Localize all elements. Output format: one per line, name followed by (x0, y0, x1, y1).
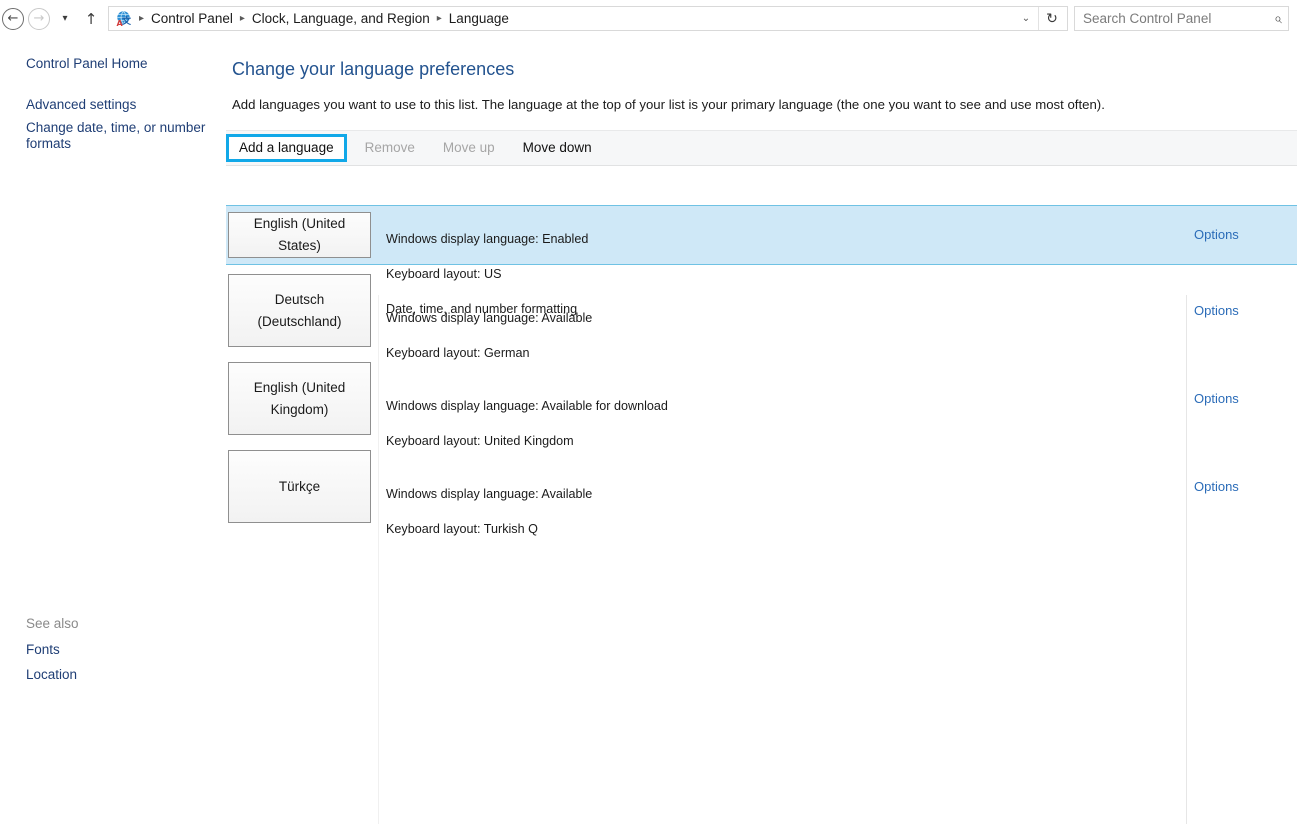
sidebar-item-change-date-time-number-formats[interactable]: Change date, time, or number formats (26, 120, 212, 152)
page-title: Change your language preferences (232, 59, 514, 80)
breadcrumb-item-clock-language-region[interactable]: Clock, Language, and Region (250, 11, 432, 26)
address-dropdown-icon[interactable]: ⌄ (1014, 7, 1038, 30)
forward-button[interactable]: → (26, 6, 52, 32)
page-description: Add languages you want to use to this li… (232, 97, 1105, 112)
language-globe-icon: A 文 (115, 10, 132, 27)
breadcrumb-item-language[interactable]: Language (447, 11, 511, 26)
breadcrumb: Control Panel ▸ Clock, Language, and Reg… (149, 11, 1014, 26)
address-bar[interactable]: A 文 ▸ Control Panel ▸ Clock, Language, a… (108, 6, 1068, 31)
sidebar-item-advanced-settings[interactable]: Advanced settings (26, 97, 136, 113)
keyboard-layout: Keyboard layout: Turkish Q (386, 521, 592, 539)
svg-text:文: 文 (121, 15, 132, 27)
up-arrow-icon: ↑ (85, 10, 98, 28)
language-tile[interactable]: Deutsch (Deutschland) (228, 274, 371, 347)
refresh-icon[interactable]: ↻ (1038, 7, 1065, 30)
table-row[interactable]: Deutsch (Deutschland) Windows display la… (226, 265, 1297, 353)
move-down-button[interactable]: Move down (509, 137, 606, 159)
navigation-bar: ← → ▾ ↑ A 文 ▸ Control Panel ▸ Clock, Lan… (0, 0, 1297, 37)
table-row[interactable]: Türkçe Windows display language: Availab… (226, 441, 1297, 529)
back-arrow-glyph: ← (8, 12, 19, 25)
search-icon: ⌕ (1274, 11, 1282, 27)
display-language-status: Windows display language: Enabled (386, 231, 588, 249)
breadcrumb-item-control-panel[interactable]: Control Panel (149, 11, 235, 26)
display-language-status: Windows display language: Available (386, 310, 592, 328)
language-tile[interactable]: English (United States) (228, 212, 371, 258)
search-placeholder: Search Control Panel (1083, 11, 1274, 26)
language-list: English (United States) Windows display … (226, 166, 1297, 695)
display-language-status: Windows display language: Available for … (386, 398, 668, 416)
breadcrumb-separator-2[interactable]: ▸ (432, 13, 447, 24)
sidebar-item-fonts[interactable]: Fonts (26, 642, 60, 658)
breadcrumb-separator-1[interactable]: ▸ (235, 13, 250, 24)
display-language-status: Windows display language: Available (386, 486, 592, 504)
sidebar: Control Panel Home Advanced settings Cha… (0, 37, 226, 695)
sidebar-item-location[interactable]: Location (26, 667, 77, 683)
sidebar-item-control-panel-home[interactable]: Control Panel Home (26, 56, 148, 72)
up-one-level-button[interactable]: ↑ (78, 6, 104, 32)
move-up-button[interactable]: Move up (429, 137, 509, 159)
language-tile[interactable]: English (United Kingdom) (228, 362, 371, 435)
recent-locations-button[interactable]: ▾ (52, 6, 78, 32)
breadcrumb-separator-0[interactable]: ▸ (134, 13, 149, 24)
back-icon: ← (2, 8, 24, 30)
search-input[interactable]: Search Control Panel ⌕ (1074, 6, 1289, 31)
chevron-down-icon: ▾ (62, 13, 67, 24)
options-link[interactable]: Options (1194, 479, 1239, 494)
add-a-language-button[interactable]: Add a language (226, 134, 347, 162)
see-also-label: See also (26, 616, 79, 631)
options-link[interactable]: Options (1194, 303, 1239, 318)
back-button[interactable]: ← (0, 6, 26, 32)
table-row[interactable]: English (United States) Windows display … (226, 205, 1297, 265)
address-bar-controls: ⌄ ↻ (1014, 7, 1065, 30)
options-link[interactable]: Options (1194, 227, 1239, 242)
language-details: Windows display language: Available Keyb… (386, 468, 592, 556)
forward-icon: → (28, 8, 50, 30)
main-content: Change your language preferences Add lan… (226, 37, 1297, 695)
forward-arrow-glyph: → (34, 12, 45, 25)
remove-button[interactable]: Remove (351, 137, 429, 159)
command-toolbar: Add a language Remove Move up Move down (226, 130, 1297, 166)
table-row[interactable]: English (United Kingdom) Windows display… (226, 353, 1297, 441)
options-link[interactable]: Options (1194, 391, 1239, 406)
language-tile[interactable]: Türkçe (228, 450, 371, 523)
